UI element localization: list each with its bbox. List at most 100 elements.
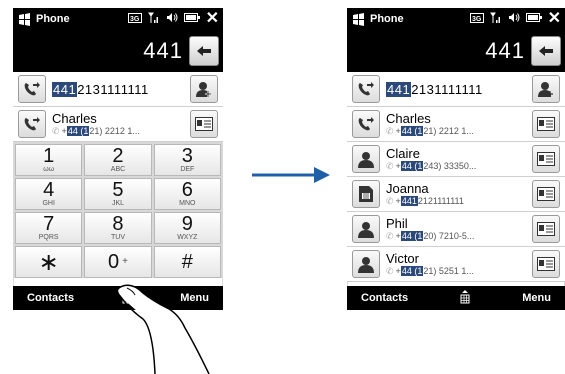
- key-6[interactable]: 6 MNO: [153, 178, 221, 210]
- close-icon[interactable]: ✕: [548, 11, 561, 27]
- key-8[interactable]: 8 TUV: [84, 212, 152, 244]
- dialed-number-bar: 441: [347, 30, 565, 72]
- signal-icon[interactable]: [147, 12, 160, 26]
- key-star[interactable]: ∗: [15, 246, 83, 278]
- phone-icon: ✆: [386, 230, 394, 241]
- dialed-number: 441: [143, 38, 183, 63]
- add-contact-button[interactable]: [532, 75, 560, 103]
- contact-row[interactable]: Phil ✆ +44 (120) 7210-5...: [347, 212, 565, 247]
- matched-digits: 44 (1: [400, 125, 424, 136]
- key-5[interactable]: 5 JKL: [84, 178, 152, 210]
- phone-screen-before: Phone 3G ✕ 441 4412131111111 Charles ✆ +…: [13, 8, 223, 310]
- contact-row[interactable]: Victor ✆ +44 (121) 5251 1...: [347, 247, 565, 282]
- svg-text:3G: 3G: [130, 16, 140, 23]
- call-forward-icon: [358, 82, 374, 96]
- contact-row[interactable]: Claire ✆ +44 (1243) 33350...: [347, 142, 565, 177]
- phone-icon: ✆: [386, 125, 394, 136]
- contact-name: Victor: [386, 251, 419, 266]
- contact-card-icon: [195, 117, 213, 131]
- volume-icon[interactable]: [508, 12, 520, 26]
- contact-row[interactable]: Charles ✆ +44 (121) 2212 1...: [13, 107, 223, 142]
- matched-digits: 44 (1: [66, 125, 90, 136]
- person-icon: [358, 257, 374, 273]
- key-1[interactable]: 1 ωω: [15, 144, 83, 176]
- contact-name: Charles: [52, 111, 97, 126]
- contact-name: Joanna: [386, 181, 429, 196]
- number-rest: 2131111111: [77, 81, 149, 97]
- contact-card-icon: [537, 257, 555, 271]
- contact-name: Claire: [386, 146, 420, 161]
- contact-card-button[interactable]: [532, 110, 560, 138]
- app-title: Phone: [370, 13, 404, 25]
- contact-card-icon: [537, 222, 555, 236]
- status-bar: Phone 3G ✕: [347, 8, 565, 30]
- number-rest: 2131111111: [411, 81, 483, 97]
- contact-photo[interactable]: [352, 250, 380, 278]
- key-7[interactable]: 7 PQRS: [15, 212, 83, 244]
- contact-card-button[interactable]: [190, 110, 218, 138]
- backspace-arrow-icon: [539, 46, 553, 56]
- add-contact-icon: [538, 82, 553, 97]
- call-button[interactable]: [18, 75, 46, 103]
- call-forward-icon: [24, 117, 40, 131]
- add-contact-icon: [196, 82, 211, 97]
- contact-card-icon: [537, 117, 555, 131]
- match-row[interactable]: 4412131111111: [13, 72, 223, 107]
- contact-card-button[interactable]: [532, 145, 560, 173]
- volume-icon[interactable]: [166, 12, 178, 26]
- menu-softkey[interactable]: Menu: [508, 292, 565, 304]
- close-icon[interactable]: ✕: [206, 11, 219, 27]
- contact-card-button[interactable]: [532, 250, 560, 278]
- voicemail-icon: ωω: [43, 165, 55, 173]
- contact-card-icon: [537, 152, 555, 166]
- contact-row[interactable]: Charles ✆ +44 (121) 2212 1...: [347, 107, 565, 142]
- call-button[interactable]: [18, 110, 46, 138]
- battery-icon[interactable]: [183, 13, 200, 25]
- key-3[interactable]: 3 DEF: [153, 144, 221, 176]
- status-bar: Phone 3G ✕: [13, 8, 223, 30]
- matched-digits: 44 (1: [400, 160, 424, 171]
- backspace-button[interactable]: [531, 36, 561, 66]
- call-forward-icon: [358, 117, 374, 131]
- phone-icon: ✆: [386, 265, 394, 276]
- contact-photo[interactable]: [352, 145, 380, 173]
- contact-card-button[interactable]: [532, 180, 560, 208]
- transition-arrow-icon: [252, 167, 330, 183]
- contact-card-icon: [537, 187, 555, 201]
- contact-row[interactable]: Joanna ✆ +4412121111111: [347, 177, 565, 212]
- contacts-softkey[interactable]: Contacts: [347, 292, 422, 304]
- dialed-number-bar: 441: [13, 30, 223, 72]
- phone-icon: ✆: [52, 125, 60, 136]
- phone-icon: ✆: [386, 195, 394, 206]
- contact-card-button[interactable]: [532, 215, 560, 243]
- contact-photo[interactable]: [352, 180, 380, 208]
- key-4[interactable]: 4 GHI: [15, 178, 83, 210]
- call-button[interactable]: [352, 110, 380, 138]
- person-icon: [358, 222, 374, 238]
- matched-digits: 441: [386, 81, 412, 97]
- key-hash[interactable]: #: [153, 246, 221, 278]
- battery-icon[interactable]: [525, 13, 542, 25]
- contact-name: Charles: [386, 111, 431, 126]
- contacts-softkey[interactable]: Contacts: [13, 292, 88, 304]
- matched-digits: 441: [52, 81, 78, 97]
- add-contact-button[interactable]: [190, 75, 218, 103]
- key-0[interactable]: 0 +: [84, 246, 152, 278]
- matched-digits: 44 (1: [400, 265, 424, 276]
- windows-logo-icon[interactable]: [18, 12, 31, 26]
- 3g-icon[interactable]: 3G: [127, 12, 142, 26]
- 3g-icon[interactable]: 3G: [469, 12, 484, 26]
- phone-screen-after: Phone 3G ✕ 441 4412131111111 Charles ✆ +…: [347, 8, 565, 310]
- key-9[interactable]: 9 WXYZ: [153, 212, 221, 244]
- windows-logo-icon[interactable]: [352, 12, 365, 26]
- matched-digits: 44 (1: [400, 230, 424, 241]
- person-icon: [358, 152, 374, 168]
- dialed-number: 441: [485, 38, 525, 63]
- key-2[interactable]: 2 ABC: [84, 144, 152, 176]
- keypad-toggle-icon[interactable]: [460, 289, 470, 307]
- signal-icon[interactable]: [489, 12, 502, 26]
- match-row[interactable]: 4412131111111: [347, 72, 565, 107]
- backspace-button[interactable]: [189, 36, 219, 66]
- call-button[interactable]: [352, 75, 380, 103]
- contact-photo[interactable]: [352, 215, 380, 243]
